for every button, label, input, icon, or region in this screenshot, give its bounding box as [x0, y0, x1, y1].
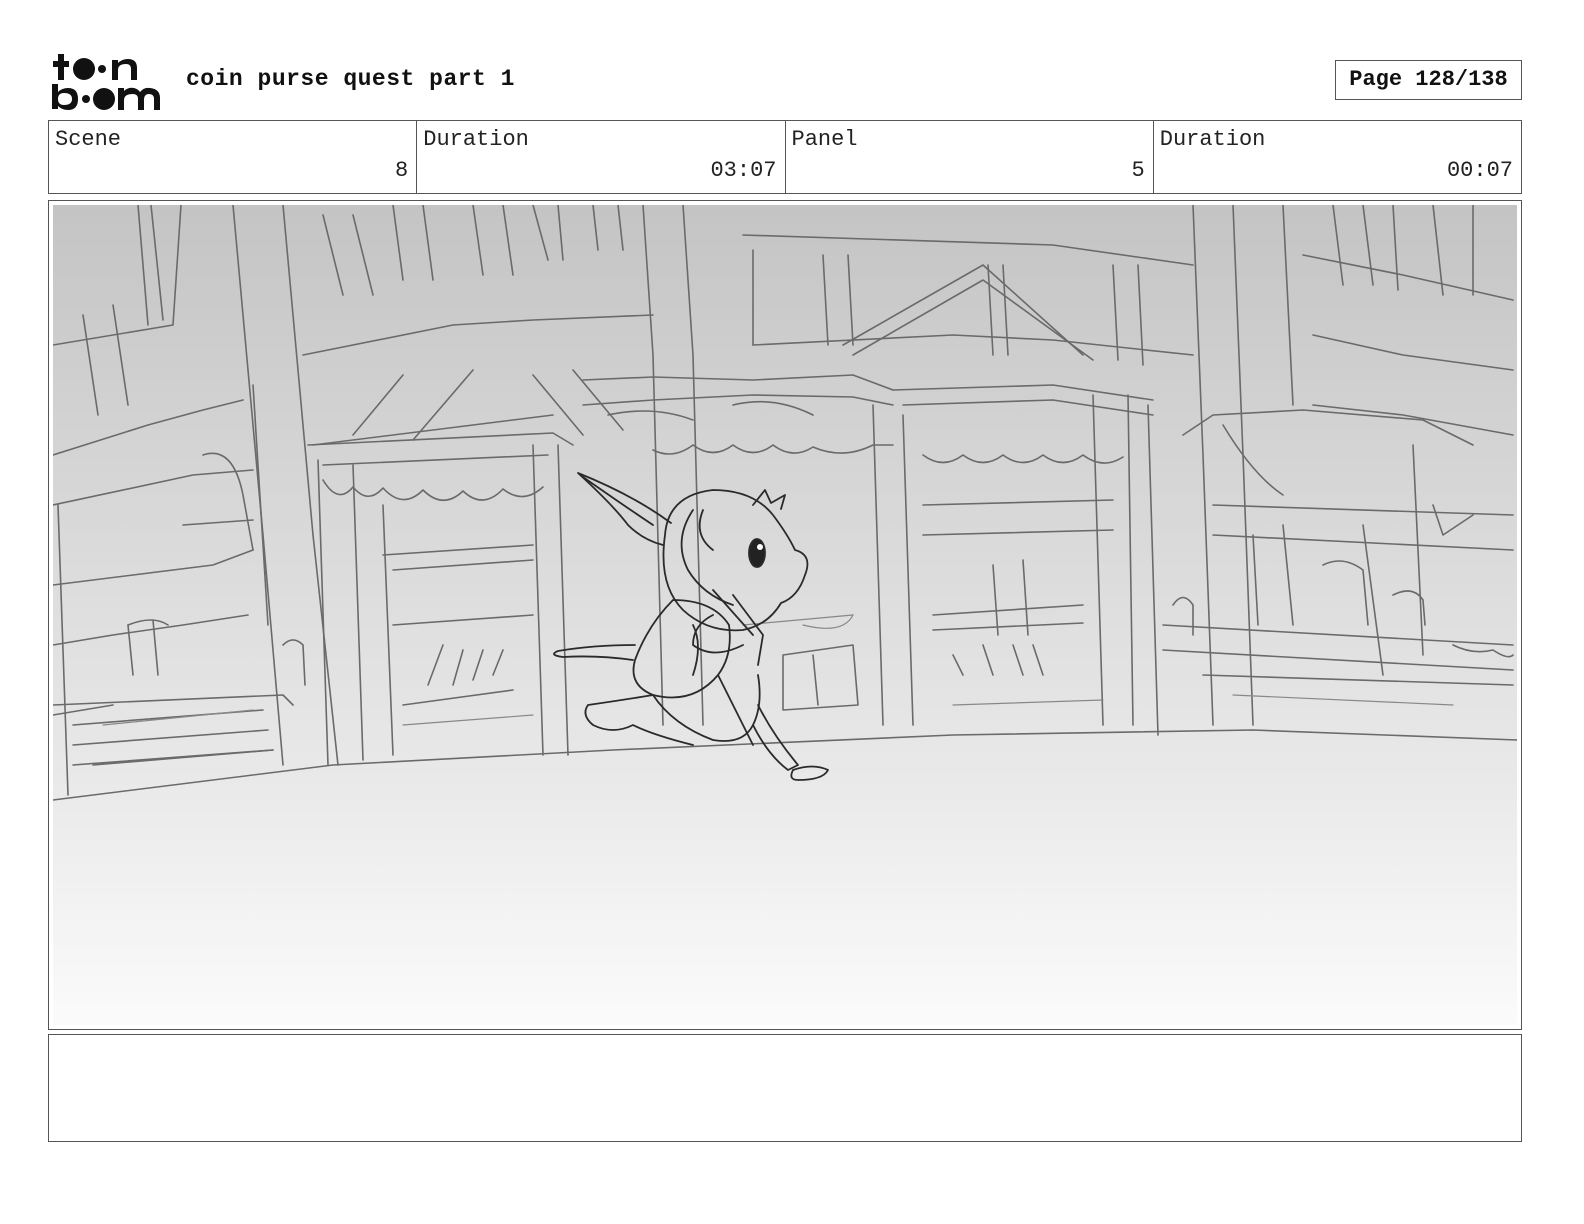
panel-label: Panel	[791, 127, 858, 152]
storyboard-panel	[48, 200, 1522, 1030]
scene-duration-cell: Duration 03:07	[417, 121, 786, 193]
scene-label: Scene	[55, 127, 122, 152]
scene-duration-label: Duration	[423, 127, 529, 152]
panel-duration-label: Duration	[1159, 127, 1266, 152]
project-title: coin purse quest part 1	[186, 66, 515, 92]
page-indicator: Page 128/138	[1335, 60, 1522, 100]
scene-value: 8	[395, 158, 409, 183]
panel-cell: Panel 5	[786, 121, 1154, 193]
panel-duration-value: 00:07	[1446, 158, 1513, 183]
panel-value: 5	[1131, 158, 1145, 183]
scene-duration-value: 03:07	[710, 158, 777, 183]
scene-cell: Scene 8	[49, 121, 418, 193]
panel-duration-cell: Duration 00:07	[1154, 121, 1521, 193]
toon-boom-logo	[52, 54, 160, 110]
panel-sketch-image	[53, 205, 1517, 1025]
scene-info-table: Scene 8 Duration 03:07 Panel 5 Duration …	[48, 120, 1522, 194]
panel-notes	[48, 1034, 1522, 1142]
